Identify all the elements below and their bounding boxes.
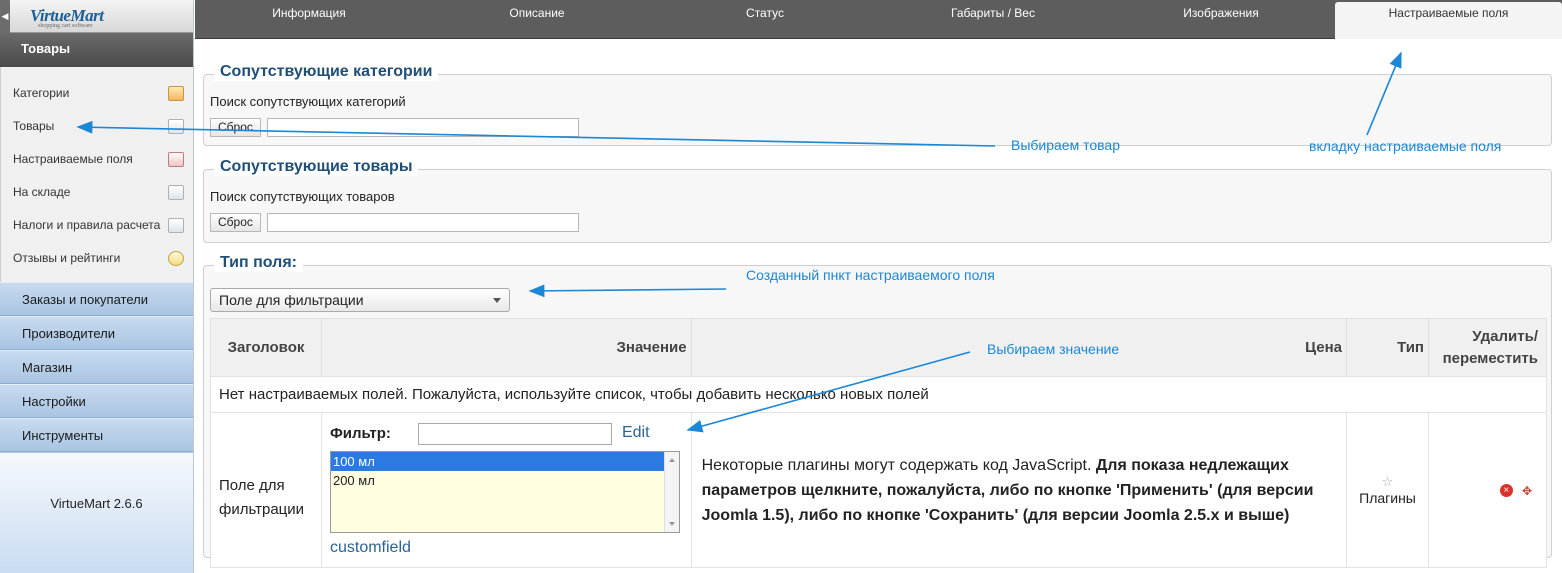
listbox-scrollbar[interactable] [663, 452, 679, 532]
related-products-search-label: Поиск сопутствующих товаров [210, 189, 395, 204]
related-categories-reset-button[interactable]: Сброс [210, 118, 261, 137]
value-listbox[interactable]: 100 мл 200 мл [329, 451, 680, 533]
field-type-legend: Тип поля: [214, 254, 303, 272]
annotation-choose-value: Выбираем значение [987, 341, 1120, 357]
star-icon[interactable]: ☆ [1347, 474, 1428, 490]
customfield-link[interactable]: customfield [330, 539, 411, 557]
scroll-up-icon[interactable] [668, 458, 675, 462]
version-label: VirtueMart 2.6.6 [0, 452, 193, 573]
customfields-icon [168, 152, 184, 167]
related-products-reset-button[interactable]: Сброс [210, 213, 261, 232]
calculator-icon [168, 218, 184, 233]
filter-input[interactable] [417, 423, 612, 445]
sidebar-group-tools[interactable]: Инструменты [0, 418, 193, 452]
folder-icon [168, 86, 184, 101]
col-header-delete: Удалить/ переместить [1427, 318, 1548, 377]
collapse-sidebar-icon[interactable]: ◀ [0, 0, 10, 33]
row-actions-cell: × ✥ [1427, 412, 1548, 568]
related-products-search-input[interactable] [267, 213, 579, 232]
field-type-select[interactable]: Поле для фильтрации [210, 288, 510, 312]
annotation-custom-tab: вкладку настраиваемые поля [1309, 138, 1502, 154]
related-categories-fieldset: Сопутствующие категории Поиск сопутствую… [203, 63, 1552, 146]
product-icon [168, 119, 184, 134]
related-categories-legend: Сопутствующие категории [214, 63, 439, 81]
custom-fields-table: Заголовок Значение Цена Тип Удалить/ пер… [210, 318, 1548, 568]
tab-information[interactable]: Информация [195, 0, 423, 38]
listbox-option[interactable]: 100 мл [330, 452, 679, 471]
table-header-row: Заголовок Значение Цена Тип Удалить/ пер… [210, 318, 1548, 377]
scroll-down-icon[interactable] [668, 522, 675, 526]
chevron-down-icon [493, 298, 501, 303]
move-icon[interactable]: ✥ [1522, 484, 1532, 498]
products-submenu: Категории Товары Настраиваемые поля На с… [0, 67, 193, 282]
annotation-created-item: Созданный пнкт настраиваемого поля [746, 267, 995, 283]
edit-link[interactable]: Edit [622, 424, 650, 442]
sidebar-group-orders[interactable]: Заказы и покупатели [0, 282, 193, 316]
sidebar-item-customfields[interactable]: Настраиваемые поля [1, 143, 193, 176]
tab-dimensions[interactable]: Габариты / Вес [879, 0, 1107, 38]
listbox-option[interactable]: 200 мл [331, 471, 679, 490]
stock-chart-icon [168, 185, 184, 200]
table-row: Поле для фильтрации Фильтр: Edit 100 мл … [210, 412, 1548, 568]
related-products-fieldset: Сопутствующие товары Поиск сопутствующих… [203, 158, 1552, 243]
row-title: Поле для фильтрации [210, 412, 322, 568]
empty-message-row: Нет настраиваемых полей. Пожалуйста, исп… [210, 376, 1547, 413]
sidebar-item-products[interactable]: Товары [1, 110, 193, 143]
related-products-legend: Сопутствующие товары [214, 158, 419, 176]
annotation-choose-product: Выбираем товар [1011, 137, 1121, 153]
row-type-cell: ☆ Плагины [1346, 412, 1429, 568]
delete-icon[interactable]: × [1499, 484, 1513, 498]
sidebar-item-reviews[interactable]: Отзывы и рейтинги [1, 242, 193, 275]
speech-bubble-icon [168, 251, 184, 266]
sidebar-group-manufacturers[interactable]: Производители [0, 316, 193, 350]
related-categories-search-input[interactable] [267, 118, 579, 137]
row-type: Плагины [1359, 490, 1416, 506]
plugin-notice: Некоторые плагины могут содержать код Ja… [690, 412, 1348, 568]
sidebar: ◀ VirtueMart shopping cart software Това… [0, 0, 194, 573]
tab-status[interactable]: Статус [651, 0, 879, 38]
sidebar-item-taxes[interactable]: Налоги и правила расчета [1, 209, 193, 242]
logo-bar: ◀ VirtueMart shopping cart software [0, 0, 193, 33]
sidebar-section-products[interactable]: Товары [0, 33, 193, 67]
sidebar-group-shop[interactable]: Магазин [0, 350, 193, 384]
field-type-fieldset: Тип поля: Поле для фильтрации Заголовок … [203, 254, 1552, 568]
empty-message: Нет настраиваемых полей. Пожалуйста, исп… [210, 376, 1547, 413]
filter-label: Фильтр: [329, 425, 391, 442]
tab-bar: Информация Описание Статус Габариты / Ве… [195, 0, 1562, 39]
col-header-title: Заголовок [210, 318, 322, 377]
sidebar-group-settings[interactable]: Настройки [0, 384, 193, 418]
tab-description[interactable]: Описание [423, 0, 651, 38]
tab-custom-fields[interactable]: Настраиваемые поля [1335, 2, 1562, 39]
col-header-value: Значение [320, 318, 692, 377]
virtuemart-logo[interactable]: VirtueMart shopping cart software [30, 6, 104, 29]
row-value-cell: Фильтр: Edit 100 мл 200 мл customfield [320, 412, 692, 568]
related-categories-search-label: Поиск сопутствующих категорий [210, 94, 406, 109]
sidebar-item-categories[interactable]: Категории [1, 77, 193, 110]
sidebar-item-stock[interactable]: На складе [1, 176, 193, 209]
col-header-type: Тип [1346, 318, 1429, 377]
tab-images[interactable]: Изображения [1107, 0, 1335, 38]
